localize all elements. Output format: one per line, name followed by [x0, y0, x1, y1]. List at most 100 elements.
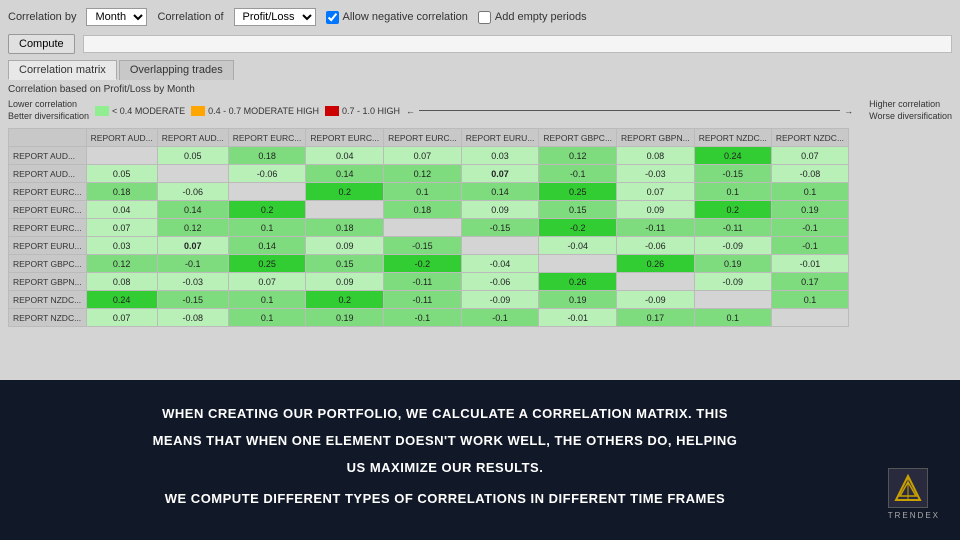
- matrix-cell: [306, 201, 384, 219]
- matrix-cell: 0.09: [306, 237, 384, 255]
- allow-negative-checkbox[interactable]: [326, 11, 339, 24]
- legend-left-label: Lower correlation Better diversification: [8, 99, 89, 122]
- tab-overlapping-trades[interactable]: Overlapping trades: [119, 60, 234, 80]
- matrix-cell: -0.11: [384, 291, 462, 309]
- matrix-cell: 0.1: [384, 183, 462, 201]
- matrix-cell: -0.06: [617, 237, 695, 255]
- matrix-cell: 0.1: [228, 291, 306, 309]
- matrix-row-header: REPORT EURU...: [9, 237, 87, 255]
- arrow-right: →: [844, 106, 853, 116]
- matrix-cell: 0.1: [694, 309, 771, 327]
- matrix-cell: 0.12: [86, 255, 157, 273]
- matrix-cell: -0.01: [539, 309, 617, 327]
- matrix-row-header: REPORT NZDC...: [9, 309, 87, 327]
- add-empty-label: Add empty periods: [495, 11, 587, 23]
- correlation-of-label: Correlation of: [157, 11, 223, 23]
- tab-correlation-matrix[interactable]: Correlation matrix: [8, 60, 117, 80]
- col-header-2: REPORT AUD...: [157, 129, 228, 147]
- matrix-cell: [539, 255, 617, 273]
- matrix-cell: 0.1: [228, 219, 306, 237]
- matrix-cell: [771, 309, 848, 327]
- matrix-cell: 0.1: [771, 291, 848, 309]
- moderate-high-label: 0.4 - 0.7 MODERATE HIGH: [208, 106, 319, 116]
- legend: Lower correlation Better diversification…: [8, 99, 952, 122]
- add-empty-checkbox[interactable]: [478, 11, 491, 24]
- table-row: REPORT NZDC...0.07-0.080.10.19-0.1-0.1-0…: [9, 309, 849, 327]
- lower-correlation-label: Lower correlation: [8, 99, 89, 111]
- matrix-cell: -0.1: [771, 237, 848, 255]
- matrix-cell: 0.26: [617, 255, 695, 273]
- col-header-7: REPORT GBPC...: [539, 129, 617, 147]
- bottom-line2: MEANS THAT WHEN ONE ELEMENT DOESN'T WORK…: [153, 431, 738, 452]
- matrix-cell: -0.1: [539, 165, 617, 183]
- matrix-cell: 0.24: [86, 291, 157, 309]
- matrix-container: REPORT AUD... REPORT AUD... REPORT EURC.…: [8, 128, 952, 327]
- bottom-section: WHEN CREATING OUR PORTFOLIO, WE CALCULAT…: [0, 380, 960, 540]
- matrix-cell: 0.18: [384, 201, 462, 219]
- matrix-row-header: REPORT NZDC...: [9, 291, 87, 309]
- arrow-line: [419, 110, 840, 111]
- matrix-cell: -0.1: [461, 309, 539, 327]
- matrix-cell: -0.1: [157, 255, 228, 273]
- bottom-line1: WHEN CREATING OUR PORTFOLIO, WE CALCULAT…: [153, 404, 738, 425]
- trendex-logo-svg: [894, 474, 922, 502]
- correlation-by-label: Correlation by: [8, 11, 76, 23]
- col-header-3: REPORT EURC...: [228, 129, 306, 147]
- matrix-cell: 0.07: [157, 237, 228, 255]
- matrix-cell: 0.19: [694, 255, 771, 273]
- matrix-cell: -0.06: [461, 273, 539, 291]
- matrix-cell: 0.17: [617, 309, 695, 327]
- toolbar: Correlation by Month Correlation of Prof…: [8, 8, 952, 26]
- matrix-cell: 0.1: [771, 183, 848, 201]
- arrow-container: ← →: [406, 106, 853, 116]
- matrix-cell: 0.1: [228, 309, 306, 327]
- matrix-cell: 0.2: [306, 291, 384, 309]
- matrix-row-header: REPORT GBPC...: [9, 255, 87, 273]
- matrix-cell: -0.15: [694, 165, 771, 183]
- matrix-cell: 0.24: [694, 147, 771, 165]
- matrix-row-header: REPORT EURC...: [9, 183, 87, 201]
- matrix-cell: [384, 219, 462, 237]
- table-row: REPORT AUD...0.050.180.040.070.030.120.0…: [9, 147, 849, 165]
- matrix-cell: 0.19: [306, 309, 384, 327]
- matrix-cell: -0.1: [771, 219, 848, 237]
- matrix-cell: -0.09: [617, 291, 695, 309]
- col-header-9: REPORT NZDC...: [694, 129, 771, 147]
- moderate-label: < 0.4 MODERATE: [112, 106, 185, 116]
- progress-bar: [83, 35, 952, 53]
- col-header-1: REPORT AUD...: [86, 129, 157, 147]
- matrix-cell: -0.11: [384, 273, 462, 291]
- arrow-left: ←: [406, 106, 415, 116]
- table-row: REPORT EURC...0.070.120.10.18-0.15-0.2-0…: [9, 219, 849, 237]
- matrix-row-header: REPORT AUD...: [9, 165, 87, 183]
- allow-negative-group: Allow negative correlation: [326, 11, 468, 24]
- legend-moderate: < 0.4 MODERATE: [95, 106, 185, 116]
- matrix-cell: [461, 237, 539, 255]
- matrix-cell: [228, 183, 306, 201]
- matrix-cell: -0.03: [157, 273, 228, 291]
- matrix-cell: -0.06: [157, 183, 228, 201]
- matrix-cell: 0.07: [228, 273, 306, 291]
- table-row: REPORT AUD...0.05-0.060.140.120.07-0.1-0…: [9, 165, 849, 183]
- matrix-cell: -0.1: [384, 309, 462, 327]
- compute-row: Compute: [8, 34, 952, 54]
- matrix-cell: 0.07: [617, 183, 695, 201]
- matrix-cell: 0.03: [461, 147, 539, 165]
- bottom-line4: WE COMPUTE DIFFERENT TYPES OF CORRELATIO…: [153, 489, 738, 510]
- matrix-cell: 0.26: [539, 273, 617, 291]
- matrix-row-header: REPORT EURC...: [9, 201, 87, 219]
- table-row: REPORT EURC...0.18-0.060.20.10.140.250.0…: [9, 183, 849, 201]
- bottom-line3: US MAXIMIZE OUR RESULTS.: [153, 458, 738, 479]
- correlation-of-select[interactable]: Profit/Loss: [234, 8, 316, 26]
- logo-icon: [888, 468, 928, 508]
- matrix-cell: -0.09: [461, 291, 539, 309]
- moderate-high-swatch: [191, 106, 205, 116]
- matrix-cell: 0.08: [617, 147, 695, 165]
- high-swatch: [325, 106, 339, 116]
- matrix-cell: -0.15: [157, 291, 228, 309]
- correlation-by-select[interactable]: Month: [86, 8, 147, 26]
- matrix-cell: 0.09: [306, 273, 384, 291]
- matrix-corner-header: [9, 129, 87, 147]
- matrix-cell: [617, 273, 695, 291]
- compute-button[interactable]: Compute: [8, 34, 75, 54]
